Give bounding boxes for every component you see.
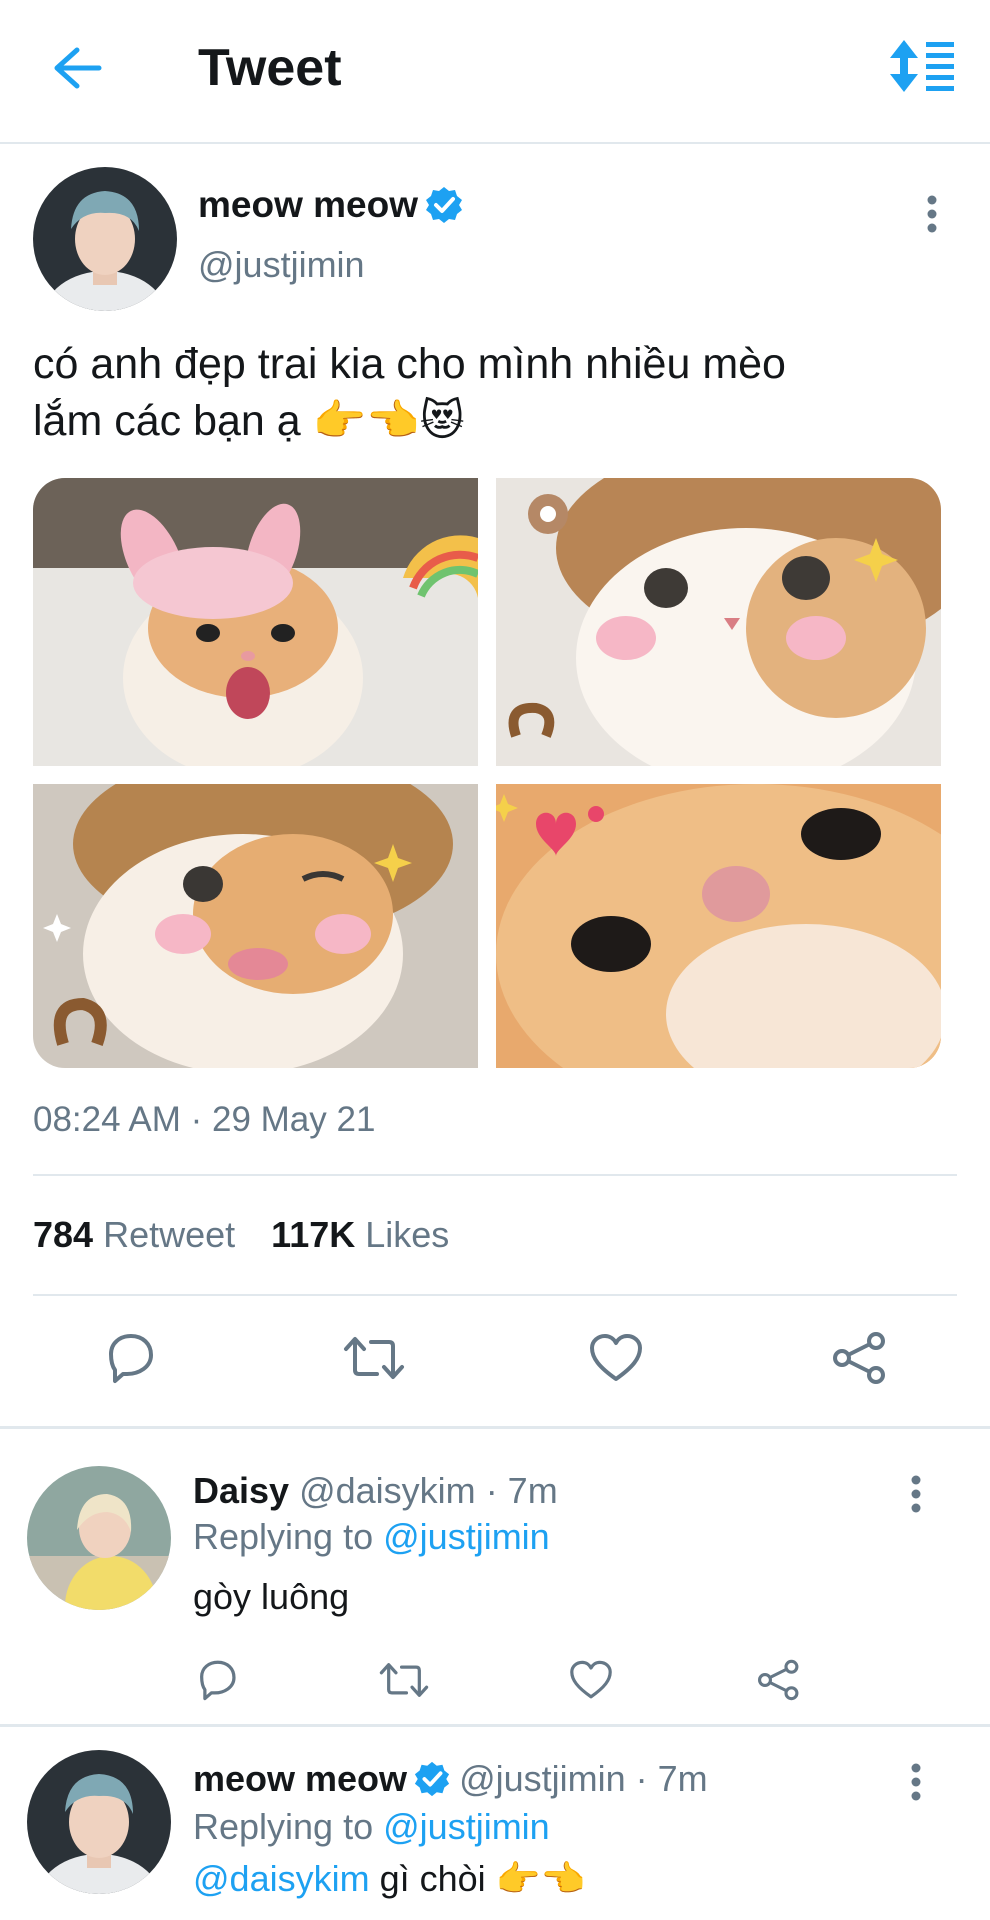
like-icon — [570, 1660, 612, 1699]
display-name[interactable]: Daisy — [193, 1470, 289, 1511]
media-photo-3[interactable] — [33, 784, 478, 1068]
replying-to-link[interactable]: @justjimin — [383, 1516, 550, 1557]
share-button[interactable] — [754, 1655, 804, 1705]
more-options-button[interactable] — [912, 190, 952, 238]
replying-to-row: Replying to @justjimin — [193, 1804, 550, 1850]
arrow-left-icon — [54, 47, 102, 89]
tweet-text-line: có anh đẹp trai kia cho mình nhiều mèo — [33, 340, 786, 388]
retweet-count: 784 — [33, 1214, 94, 1255]
replying-to-label: Replying to — [193, 1806, 374, 1847]
top-app-bar: Tweet — [0, 0, 990, 144]
tweet-text: có anh đẹp trai kia cho mình nhiều mèo l… — [33, 336, 963, 450]
avatar-image — [27, 1466, 171, 1610]
replying-to-link[interactable]: @justjimin — [383, 1806, 550, 1847]
reply-author-row: Daisy @daisykim · 7m — [193, 1468, 558, 1514]
replying-to-row: Replying to @justjimin — [193, 1514, 550, 1560]
reply-tweet[interactable]: Daisy @daisykim · 7m Replying to @justji… — [0, 1430, 990, 1724]
like-icon — [590, 1334, 642, 1381]
divider — [33, 1294, 957, 1296]
display-name[interactable]: meow meow — [193, 1756, 407, 1802]
tweet-action-bar — [0, 1320, 990, 1396]
verified-badge-icon — [426, 187, 462, 223]
reply-text: gòy luông — [193, 1576, 350, 1617]
avatar[interactable] — [27, 1750, 171, 1894]
more-vertical-icon — [927, 195, 937, 233]
media-grid — [33, 478, 941, 1068]
replying-to-label: Replying to — [193, 1516, 374, 1557]
like-button[interactable] — [566, 1655, 616, 1705]
media-photo-4[interactable] — [496, 784, 941, 1068]
media-photo-2[interactable] — [496, 478, 941, 766]
avatar-image — [33, 167, 177, 311]
reply-icon — [200, 1660, 236, 1701]
reply-text: @daisykim gì chòi 👉👈 — [193, 1858, 585, 1900]
likes-label: Likes — [365, 1214, 450, 1255]
retweet-button[interactable] — [340, 1326, 408, 1390]
tweet-stats: 784 Retweet 117K Likes — [33, 1214, 449, 1256]
retweet-button[interactable] — [376, 1655, 432, 1705]
share-icon — [833, 1332, 885, 1384]
avatar[interactable] — [33, 167, 177, 311]
reply-time: · 7m — [485, 1470, 558, 1511]
reply-time: · 7m — [635, 1758, 708, 1799]
avatar[interactable] — [27, 1466, 171, 1610]
tweet-timestamp: 08:24 AM · 29 May 21 — [33, 1100, 376, 1139]
author-row[interactable]: meow meow — [198, 184, 464, 226]
sort-replies-icon — [890, 40, 954, 92]
retweet-icon — [344, 1337, 404, 1379]
likes-count: 117K — [271, 1214, 356, 1255]
divider — [33, 1174, 957, 1176]
section-divider — [0, 1426, 990, 1429]
reply-author-row: meow meow @justjimin · 7m — [193, 1756, 708, 1802]
reply-tweet[interactable]: meow meow @justjimin · 7m Replying to @j… — [0, 1728, 990, 1920]
share-button[interactable] — [828, 1326, 892, 1390]
likes-stat[interactable]: 117K Likes — [271, 1214, 449, 1256]
reply-action-bar — [0, 1650, 990, 1710]
page-title: Tweet — [198, 39, 342, 97]
reply-text-content: gì chòi 👉👈 — [369, 1858, 586, 1899]
verified-badge-icon — [414, 1761, 450, 1797]
author-handle[interactable]: @justjimin — [198, 244, 365, 286]
tweet-text-line: lắm các bạn ạ 👉👈😻 — [33, 397, 465, 445]
back-button[interactable] — [48, 40, 108, 96]
more-options-button[interactable] — [896, 1470, 936, 1518]
section-divider — [0, 1724, 990, 1727]
reply-handle[interactable]: @daisykim — [299, 1470, 476, 1511]
retweet-label: Retweet — [103, 1214, 236, 1255]
reply-button[interactable] — [192, 1655, 242, 1705]
retweet-icon — [379, 1663, 429, 1697]
more-options-button[interactable] — [896, 1758, 936, 1806]
sort-replies-button[interactable] — [888, 38, 958, 94]
mention-link[interactable]: @daisykim — [193, 1858, 370, 1899]
reply-button[interactable] — [98, 1326, 162, 1390]
more-vertical-icon — [911, 1475, 921, 1513]
like-button[interactable] — [584, 1326, 648, 1390]
reply-handle[interactable]: @justjimin — [459, 1756, 626, 1802]
avatar-image — [27, 1750, 171, 1894]
share-icon — [758, 1659, 799, 1701]
media-photo-1[interactable] — [33, 478, 478, 766]
more-vertical-icon — [911, 1763, 921, 1801]
reply-icon — [109, 1334, 153, 1383]
display-name[interactable]: meow meow — [198, 184, 418, 226]
retweet-stat[interactable]: 784 Retweet — [33, 1214, 235, 1256]
